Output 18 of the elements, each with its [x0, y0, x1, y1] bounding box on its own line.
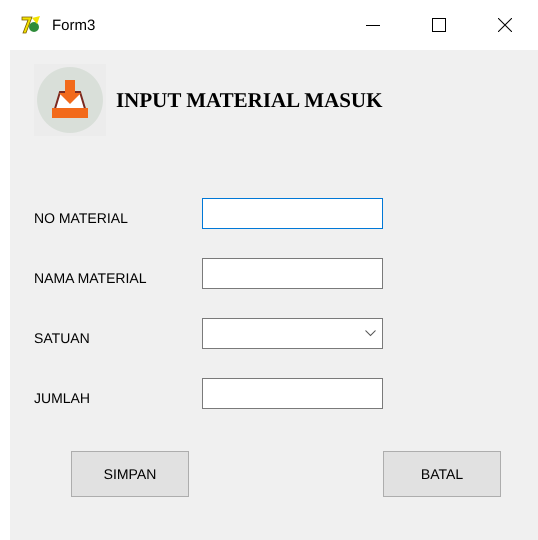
window-title: Form3: [52, 16, 96, 34]
field-label: NAMA MATERIAL: [34, 270, 148, 286]
dropdown-field[interactable]: [202, 318, 383, 349]
form-heading: INPUT MATERIAL MASUK: [116, 88, 382, 112]
form-button[interactable]: BATAL: [383, 451, 501, 497]
form-button[interactable]: SIMPAN: [71, 451, 189, 497]
field-label: SATUAN: [34, 330, 91, 346]
app-icon: [20, 14, 42, 36]
input-field[interactable]: [202, 258, 383, 289]
inbox-download-icon: [34, 64, 106, 136]
field-label: JUMLAH: [34, 390, 92, 406]
field-label: NO MATERIAL: [34, 210, 129, 226]
close-icon: [498, 18, 512, 32]
input-field[interactable]: [202, 378, 383, 409]
input-field[interactable]: [202, 198, 383, 229]
minimize-icon: [366, 24, 380, 26]
maximize-icon: [432, 18, 446, 32]
chevron-down-icon: [365, 330, 376, 337]
